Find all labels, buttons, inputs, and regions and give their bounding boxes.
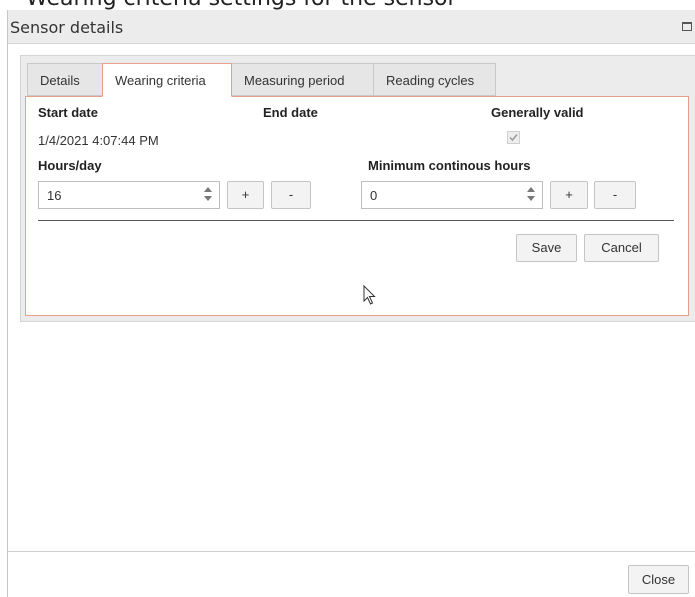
tab-reading-cycles[interactable]: Reading cycles <box>373 63 496 96</box>
hours-per-day-plus-button[interactable]: + <box>227 181 264 209</box>
min-continuous-hours-label: Minimum continous hours <box>368 158 531 173</box>
hours-per-day-label: Hours/day <box>38 158 102 173</box>
cancel-button[interactable]: Cancel <box>584 234 659 262</box>
hours-per-day-input[interactable] <box>39 182 197 208</box>
tab-measuring-period[interactable]: Measuring period <box>231 63 374 96</box>
min-continuous-minus-button[interactable]: - <box>594 181 636 209</box>
maximize-icon[interactable] <box>682 22 692 31</box>
min-continuous-hours-stepper[interactable] <box>361 181 543 209</box>
save-button[interactable]: Save <box>516 234 577 262</box>
dialog-title: Sensor details <box>10 18 124 37</box>
hours-per-day-minus-button[interactable]: - <box>271 181 311 209</box>
tab-panel: Details Wearing criteria Measuring perio… <box>20 55 695 322</box>
hours-per-day-stepper[interactable] <box>38 181 220 209</box>
close-button[interactable]: Close <box>628 565 689 594</box>
start-date-label: Start date <box>38 105 98 120</box>
mouse-pointer-icon <box>363 285 376 305</box>
footer-divider <box>8 551 695 552</box>
checkmark-icon <box>509 134 518 142</box>
tab-details[interactable]: Details <box>27 63 103 96</box>
end-date-label: End date <box>263 105 318 120</box>
spinner-arrows-icon[interactable] <box>526 186 536 204</box>
spinner-arrows-icon[interactable] <box>203 186 213 204</box>
sensor-details-dialog: Sensor details Details Wearing criteria … <box>7 10 695 597</box>
min-continuous-hours-input[interactable] <box>362 182 520 208</box>
background-window-text: Wearing criteria settings for the sensor <box>0 0 695 10</box>
dialog-titlebar[interactable]: Sensor details <box>8 10 695 44</box>
tab-wearing-criteria[interactable]: Wearing criteria <box>102 63 232 97</box>
generally-valid-checkbox <box>507 131 520 144</box>
generally-valid-label: Generally valid <box>491 105 584 120</box>
wearing-criteria-content: Start date End date Generally valid 1/4/… <box>25 96 689 316</box>
min-continuous-plus-button[interactable]: + <box>550 181 588 209</box>
form-divider <box>38 220 674 221</box>
start-date-value: 1/4/2021 4:07:44 PM <box>38 133 159 148</box>
